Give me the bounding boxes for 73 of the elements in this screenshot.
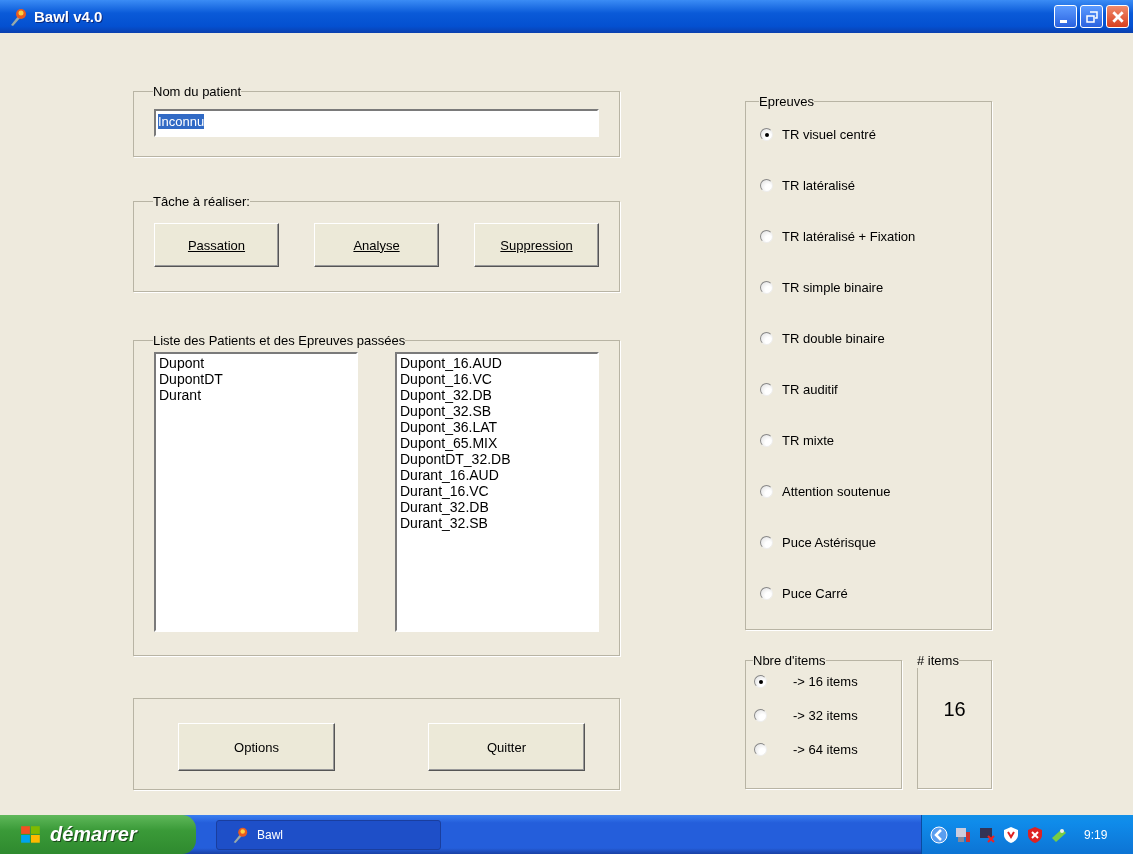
list-item[interactable]: Dupont_32.SB xyxy=(400,403,594,419)
group-label: # items xyxy=(917,653,959,668)
window-title: Bawl v4.0 xyxy=(34,8,104,25)
radio-button[interactable] xyxy=(760,434,773,447)
windows-flag-icon xyxy=(20,823,42,846)
list-item[interactable]: Dupont_16.AUD xyxy=(400,355,594,371)
radio-button[interactable] xyxy=(760,536,773,549)
list-item[interactable]: Dupont_65.MIX xyxy=(400,435,594,451)
list-item[interactable]: Durant xyxy=(159,387,353,403)
radio-label: TR auditif xyxy=(782,382,838,397)
taskbar-app-button[interactable]: Bawl xyxy=(216,819,441,850)
group-label: Nom du patient xyxy=(153,84,242,99)
list-item[interactable]: Durant_16.VC xyxy=(400,483,594,499)
list-item[interactable]: DupontDT_32.DB xyxy=(400,451,594,467)
action-button[interactable]: Quitter xyxy=(428,723,585,771)
radio-button[interactable] xyxy=(760,587,773,600)
start-button[interactable]: démarrer xyxy=(0,815,196,854)
radio-button[interactable] xyxy=(760,128,773,141)
test-list[interactable]: Dupont_16.AUD Dupont_16.VC Dupont_32.DB Dupont_32.SB Dupont_36.LAT Dupont_65.MIX DupontDT_32.DB Durant_16.AUD Durant_16.VC Durant_32.DB Durant_32.SB xyxy=(395,352,599,632)
radio-button[interactable] xyxy=(754,709,767,722)
radio-label: TR mixte xyxy=(782,433,834,448)
radio-button[interactable] xyxy=(760,332,773,345)
list-item[interactable]: Dupont_32.DB xyxy=(400,387,594,403)
close-button[interactable] xyxy=(1106,5,1129,28)
input-field[interactable]: Inconnu xyxy=(154,109,599,137)
patient-list[interactable]: Dupont DupontDT Durant xyxy=(154,352,358,632)
radio-button[interactable] xyxy=(760,485,773,498)
radio-button[interactable] xyxy=(754,743,767,756)
minimize-button[interactable] xyxy=(1054,5,1077,28)
group-label: Epreuves xyxy=(759,94,814,109)
close-icon xyxy=(1110,9,1125,24)
list-item[interactable]: Dupont xyxy=(159,355,353,371)
radio-label: TR simple binaire xyxy=(782,280,884,295)
radio-button[interactable] xyxy=(760,230,773,243)
task-button[interactable]: Passation xyxy=(154,223,279,267)
minimize-icon xyxy=(1060,20,1067,23)
radio-label: -> 32 items xyxy=(793,708,858,723)
restore-icon xyxy=(1085,10,1098,23)
list-item[interactable]: Durant_32.SB xyxy=(400,515,594,531)
radio-label: -> 64 items xyxy=(793,742,858,757)
list-item[interactable]: Dupont_36.LAT xyxy=(400,419,594,435)
radio-label: Attention soutenue xyxy=(782,484,891,499)
list-item[interactable]: DupontDT xyxy=(159,371,353,387)
radio-label: TR latéralisé xyxy=(782,178,855,193)
group-label: Tâche à réaliser: xyxy=(153,194,250,209)
radio-button[interactable] xyxy=(760,383,773,396)
radio-label: -> 16 items xyxy=(793,674,858,689)
network-icon[interactable] xyxy=(954,825,972,844)
list-item[interactable]: Dupont_16.VC xyxy=(400,371,594,387)
radio-label: Puce Astérisque xyxy=(782,535,876,550)
group-label: Liste des Patients et des Epreuves passées xyxy=(153,333,406,348)
group-label: Nbre d'items xyxy=(753,653,826,668)
radio-button[interactable] xyxy=(760,281,773,294)
radio-label: TR visuel centré xyxy=(782,127,876,142)
action-button[interactable]: Options xyxy=(178,723,335,771)
radio-button[interactable] xyxy=(760,179,773,192)
task-button[interactable]: Suppression xyxy=(474,223,599,267)
chevron-icon[interactable] xyxy=(930,825,948,844)
list-item[interactable]: Durant_32.DB xyxy=(400,499,594,515)
restore-button[interactable] xyxy=(1080,5,1103,28)
torch-icon xyxy=(231,825,249,844)
item-count: 16 xyxy=(943,698,966,721)
list-item[interactable]: Durant_16.AUD xyxy=(400,467,594,483)
clock: 9:19 xyxy=(1084,827,1108,842)
radio-label: TR double binaire xyxy=(782,331,885,346)
radio-label: Puce Carré xyxy=(782,586,848,601)
shield-icon[interactable] xyxy=(1002,825,1020,844)
radio-label: TR latéralisé + Fixation xyxy=(782,229,916,244)
monitor-icon[interactable] xyxy=(978,825,996,844)
shield-icon[interactable] xyxy=(1026,825,1044,844)
torch-icon xyxy=(8,6,28,27)
radio-button[interactable] xyxy=(754,675,767,688)
task-button[interactable]: Analyse xyxy=(314,223,439,267)
